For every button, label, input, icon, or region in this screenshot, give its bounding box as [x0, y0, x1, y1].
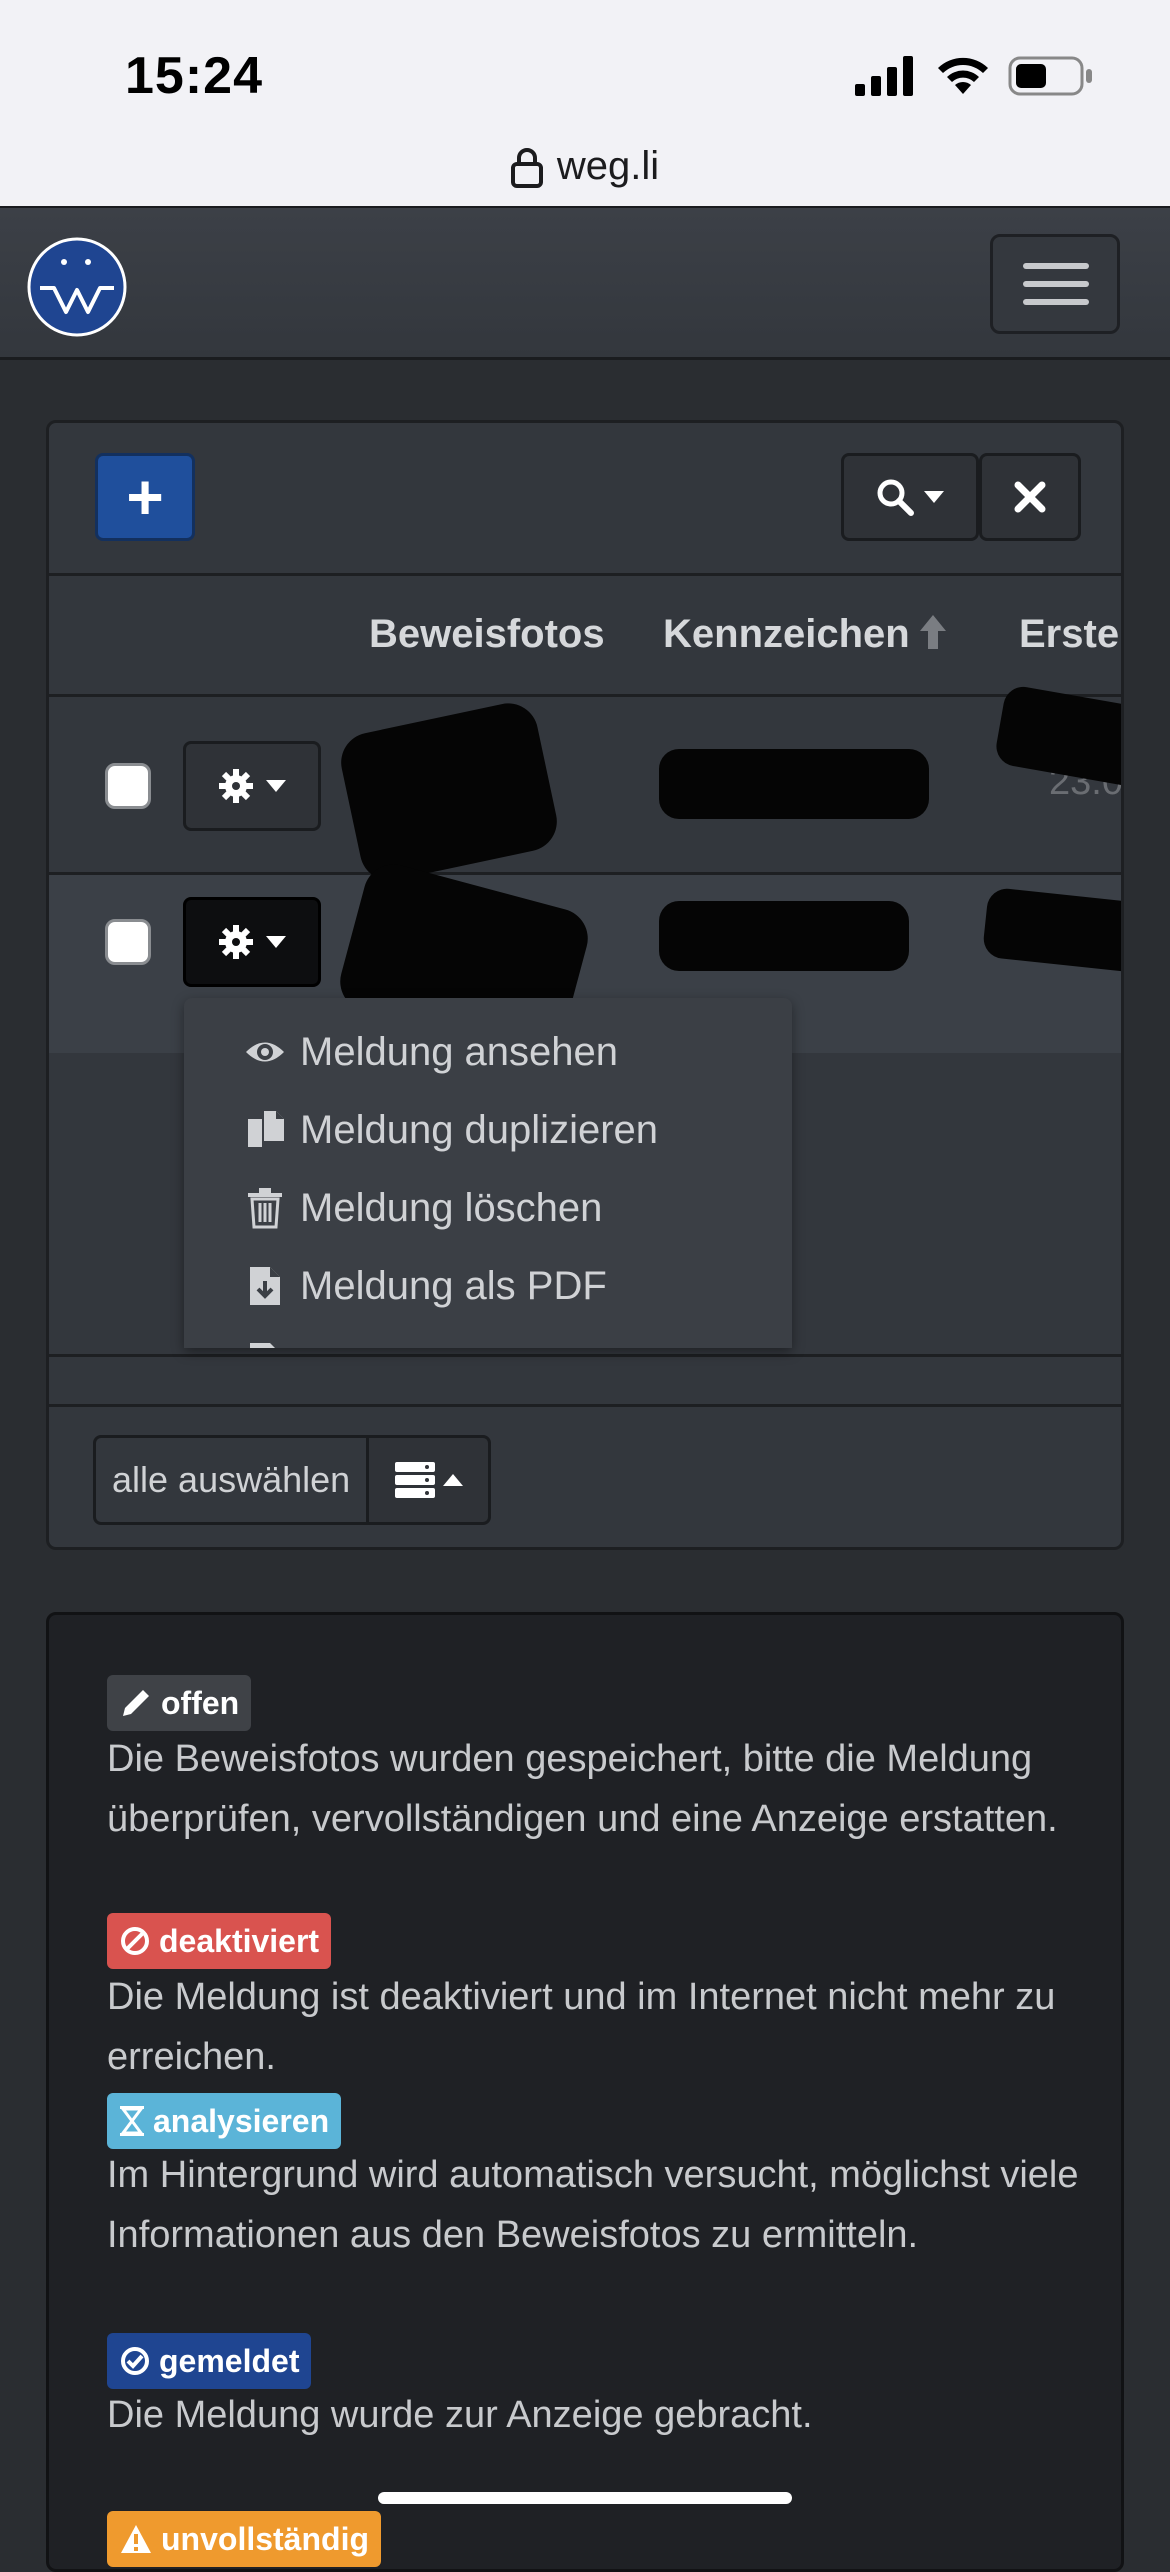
status-legend: offen Die Beweisfotos wurden gespeichert…: [46, 1612, 1124, 2572]
clear-filter-button[interactable]: [979, 453, 1081, 541]
status-badge-offen: offen: [107, 1675, 252, 1731]
status-badge-unvollstaendig: unvollständig: [107, 2511, 381, 2567]
copy-icon: [248, 1111, 284, 1147]
redacted-photo: [335, 697, 563, 887]
search-icon: [877, 479, 914, 516]
redacted-plate: [659, 901, 909, 971]
menu-item-partial[interactable]: [244, 1332, 286, 1348]
menu-item-duplicate[interactable]: Meldung duplizieren: [244, 1100, 658, 1160]
search-toggle-button[interactable]: [841, 453, 979, 541]
wifi-icon: [938, 57, 988, 94]
home-indicator[interactable]: [378, 2492, 792, 2504]
menu-item-view[interactable]: Meldung ansehen: [244, 1022, 618, 1082]
address-bar[interactable]: weg.li: [0, 140, 1170, 206]
bulk-action-group: alle auswählen: [93, 1435, 492, 1525]
check-circle-icon: [121, 2347, 149, 2375]
caret-down-icon: [266, 780, 286, 792]
cellular-signal-icon: [855, 56, 913, 96]
caret-up-icon: [442, 1474, 463, 1486]
row-checkbox[interactable]: [105, 919, 151, 965]
ban-icon: [121, 1927, 149, 1955]
bulk-actions-button[interactable]: [369, 1435, 492, 1525]
table-row: 23.04: [49, 683, 1121, 887]
table-footer: [49, 1357, 1121, 1407]
menu-item-delete[interactable]: Meldung löschen: [244, 1178, 602, 1238]
status-description-analysieren: Im Hintergrund wird automatisch versucht…: [107, 2154, 1079, 2256]
add-notice-button[interactable]: +: [95, 453, 195, 541]
redacted-date: [981, 886, 1121, 974]
warning-icon: [121, 2525, 151, 2553]
eye-icon: [246, 1042, 284, 1062]
caret-down-icon: [924, 491, 944, 503]
status-badge-deaktiviert: deaktiviert: [107, 1913, 332, 1969]
gear-icon: [219, 925, 253, 959]
menu-item-pdf[interactable]: Meldung als PDF: [244, 1256, 607, 1316]
sort-up-icon: [919, 615, 946, 649]
gear-icon: [219, 769, 253, 803]
lock-icon: [510, 147, 543, 188]
status-description-gemeldet: Die Meldung wurde zur Anzeige gebracht.: [107, 2394, 813, 2436]
trash-icon: [248, 1188, 282, 1229]
hourglass-icon: [120, 2106, 144, 2136]
notices-card: + Beweisfotos Kennzeichen Erste 23. alle…: [46, 420, 1124, 1550]
close-icon: [1014, 481, 1046, 513]
menu-toggle-button[interactable]: [990, 234, 1120, 334]
server-icon: [394, 1462, 435, 1498]
status-description-offen: Die Beweisfotos wurden gespeichert, bitt…: [107, 1738, 1058, 1840]
status-badge-analysieren: analysieren: [107, 2093, 342, 2149]
battery-icon: [1008, 56, 1092, 96]
file-icon: [250, 1343, 275, 1348]
weg-li-logo[interactable]: [26, 236, 128, 338]
column-header-plate[interactable]: Kennzeichen: [663, 612, 948, 657]
pencil-icon: [123, 1690, 149, 1716]
row-checkbox[interactable]: [105, 763, 151, 809]
status-description-deaktiviert: Die Meldung ist deaktiviert und im Inter…: [107, 1976, 1056, 2078]
row-actions-dropdown: Meldung ansehen Meldung duplizieren Meld…: [184, 998, 792, 1348]
column-header-photos[interactable]: Beweisfotos: [369, 612, 605, 657]
select-all-button[interactable]: alle auswählen: [93, 1435, 370, 1525]
status-badge-gemeldet: gemeldet: [107, 2333, 312, 2389]
row-actions-button[interactable]: [183, 897, 321, 987]
row-actions-button[interactable]: [183, 741, 321, 831]
file-pdf-icon: [250, 1267, 280, 1305]
url-text: weg.li: [556, 144, 660, 188]
navbar: [0, 206, 1170, 360]
redacted-plate: [659, 749, 929, 819]
table-header: Beweisfotos Kennzeichen Erste: [49, 573, 1121, 697]
caret-down-icon: [266, 936, 286, 948]
column-header-created[interactable]: Erste: [1019, 612, 1119, 657]
status-time: 15:24: [125, 47, 263, 105]
status-bar: 15:24: [0, 0, 1170, 140]
